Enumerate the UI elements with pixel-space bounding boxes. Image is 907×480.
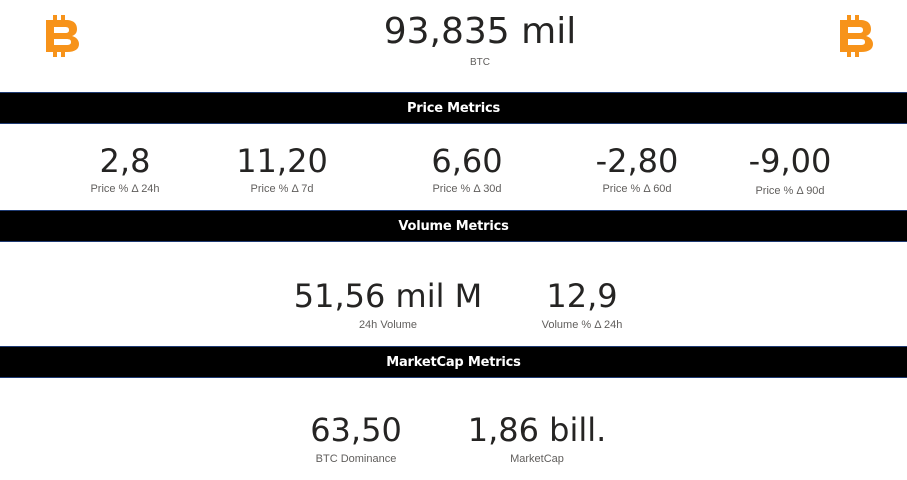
btc-dominance-label: BTC Dominance: [315, 453, 397, 465]
volume-24h-card: 51,56 mil M 24h Volume: [278, 280, 498, 331]
btc-dominance-card: 63,50 BTC Dominance: [286, 414, 426, 465]
price-change-30d-label: Price % Δ 30d: [432, 183, 502, 195]
price-change-30d-value: 6,60: [431, 142, 503, 180]
price-metrics-header: Price Metrics: [0, 92, 907, 124]
price-change-90d-label: Price % Δ 90d: [755, 185, 825, 197]
price-change-24h-card: 2,8 Price % Δ 24h: [65, 145, 185, 195]
btc-dominance-value: 63,50: [310, 411, 402, 449]
volume-24h-value: 51,56 mil M: [293, 277, 483, 315]
price-metrics-title: Price Metrics: [406, 100, 501, 116]
price-change-60d-label: Price % Δ 60d: [602, 183, 672, 195]
btc-price-value: 93,835 mil: [383, 11, 577, 52]
price-change-7d-value: 11,20: [236, 142, 328, 180]
price-change-30d-card: 6,60 Price % Δ 30d: [397, 145, 537, 195]
price-change-60d-value: -2,80: [595, 142, 679, 180]
price-change-24h-value: 2,8: [99, 142, 151, 180]
marketcap-metrics-title: MarketCap Metrics: [386, 354, 521, 370]
marketcap-value: 1,86 bill.: [467, 411, 607, 449]
volume-metrics-title: Volume Metrics: [398, 218, 509, 234]
bitcoin-logo-left: [44, 14, 80, 58]
marketcap-metrics-header: MarketCap Metrics: [0, 346, 907, 378]
bitcoin-icon: [840, 15, 873, 57]
volume-metrics-header: Volume Metrics: [0, 210, 907, 242]
price-change-7d-card: 11,20 Price % Δ 7d: [212, 145, 352, 195]
marketcap-label: MarketCap: [510, 453, 564, 465]
volume-change-24h-label: Volume % Δ 24h: [541, 319, 623, 331]
marketcap-card: 1,86 bill. MarketCap: [457, 414, 617, 465]
volume-change-24h-value: 12,9: [546, 277, 618, 315]
btc-price-card: 93,835 mil BTC: [330, 14, 630, 68]
btc-price-label: BTC: [470, 57, 490, 68]
volume-change-24h-card: 12,9 Volume % Δ 24h: [512, 280, 652, 331]
price-change-90d-card: -9,00 Price % Δ 90d: [720, 145, 860, 197]
price-change-60d-card: -2,80 Price % Δ 60d: [567, 145, 707, 195]
volume-24h-label: 24h Volume: [358, 319, 418, 331]
price-change-90d-value: -9,00: [748, 142, 832, 180]
bitcoin-logo-right: [838, 14, 874, 58]
price-change-24h-label: Price % Δ 24h: [90, 183, 160, 195]
bitcoin-icon: [46, 15, 79, 57]
price-change-7d-label: Price % Δ 7d: [250, 183, 314, 195]
